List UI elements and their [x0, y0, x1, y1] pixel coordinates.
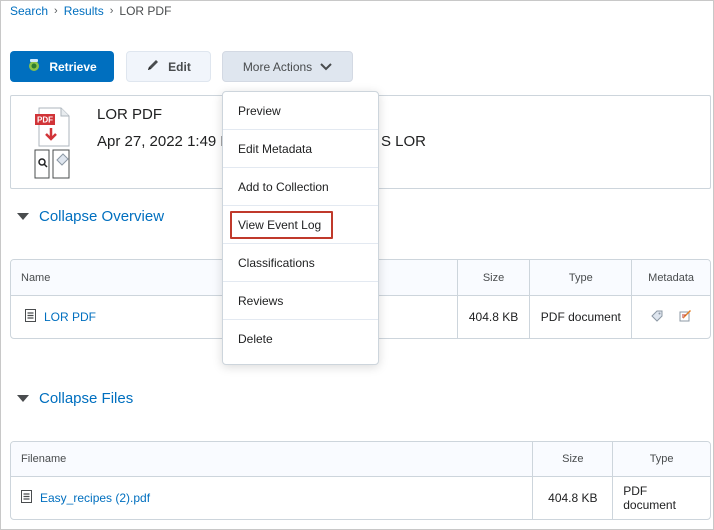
- menu-item-edit-metadata[interactable]: Edit Metadata: [223, 130, 378, 168]
- column-header-filename: Filename: [11, 442, 534, 476]
- edit-button[interactable]: Edit: [126, 51, 211, 82]
- menu-item-label: Edit Metadata: [238, 141, 313, 156]
- collapse-overview-toggle[interactable]: Collapse Overview: [17, 208, 164, 225]
- more-actions-menu: Preview Edit Metadata Add to Collection …: [222, 91, 379, 365]
- table-row: Easy_recipes (2).pdf 404.8 KB PDF docume…: [11, 477, 710, 519]
- file-name-text: Easy_recipes (2).pdf: [40, 491, 151, 505]
- menu-item-label: Reviews: [238, 293, 284, 308]
- filename-cell: Easy_recipes (2).pdf: [11, 477, 534, 519]
- chevron-down-icon: [320, 60, 332, 74]
- column-header-type: Type: [649, 453, 674, 465]
- menu-item-reviews[interactable]: Reviews: [223, 282, 378, 320]
- menu-item-label: Delete: [238, 332, 273, 346]
- type-cell: PDF document: [530, 296, 633, 338]
- item-title: LOR PDF: [97, 106, 163, 123]
- breadcrumb-current: LOR PDF: [119, 4, 172, 18]
- collapse-overview-label: Collapse Overview: [39, 208, 165, 225]
- overview-name-link[interactable]: LOR PDF: [25, 309, 96, 325]
- breadcrumb-separator: ›: [54, 5, 58, 17]
- item-subtitle-right: S LOR: [381, 133, 427, 150]
- menu-item-label: View Event Log: [230, 210, 334, 239]
- menu-item-view-event-log[interactable]: View Event Log: [223, 206, 378, 244]
- breadcrumb-separator: ›: [109, 5, 114, 17]
- menu-item-label: Classifications: [238, 255, 315, 270]
- column-header-metadata: Metadata: [648, 271, 695, 284]
- table-header-row: Filename Size Type: [11, 442, 710, 477]
- retrieve-label: Retrieve: [49, 59, 97, 74]
- menu-item-preview[interactable]: Preview: [223, 92, 378, 130]
- pdf-file-icon: PDF: [33, 106, 73, 183]
- size-cell: 404.8 KB: [458, 296, 531, 338]
- document-icon: [21, 490, 32, 506]
- menu-item-add-to-collection[interactable]: Add to Collection: [223, 168, 378, 206]
- size-cell: 404.8 KB: [533, 477, 614, 519]
- caret-down-icon: [17, 395, 29, 402]
- menu-item-classifications[interactable]: Classifications: [223, 244, 378, 282]
- files-table: Filename Size Type Easy_recipes (2).pdf …: [10, 441, 711, 520]
- breadcrumb-search[interactable]: Search: [10, 4, 48, 18]
- caret-down-icon: [17, 213, 29, 220]
- menu-item-label: Add to Collection: [238, 179, 329, 194]
- tag-icon[interactable]: [650, 309, 664, 326]
- column-header-size: Size: [458, 260, 531, 295]
- item-date: Apr 27, 2022 1:49 F: [97, 133, 230, 150]
- pdf-badge-text: PDF: [37, 116, 53, 125]
- menu-item-label: Preview: [238, 103, 281, 118]
- pencil-icon: [146, 58, 160, 75]
- column-header-size: Size: [533, 442, 614, 476]
- column-header-type: Type: [530, 260, 633, 295]
- collapse-files-label: Collapse Files: [39, 390, 134, 407]
- breadcrumb-results[interactable]: Results: [64, 4, 104, 18]
- overview-name-text: LOR PDF: [44, 310, 97, 324]
- retrieve-icon: [27, 58, 41, 75]
- document-icon: [25, 309, 36, 325]
- breadcrumb: Search › Results › LOR PDF: [10, 4, 171, 18]
- edit-label: Edit: [168, 59, 191, 74]
- file-name-link[interactable]: Easy_recipes (2).pdf: [21, 490, 150, 506]
- type-cell: PDF document: [623, 484, 676, 512]
- more-actions-label: More Actions: [242, 59, 313, 74]
- collapse-files-toggle[interactable]: Collapse Files: [17, 390, 133, 407]
- retrieve-button[interactable]: Retrieve: [10, 51, 114, 82]
- edit-metadata-icon[interactable]: [678, 309, 692, 326]
- menu-item-delete[interactable]: Delete: [223, 320, 378, 358]
- metadata-cell: [632, 296, 710, 338]
- more-actions-button[interactable]: More Actions: [222, 51, 353, 82]
